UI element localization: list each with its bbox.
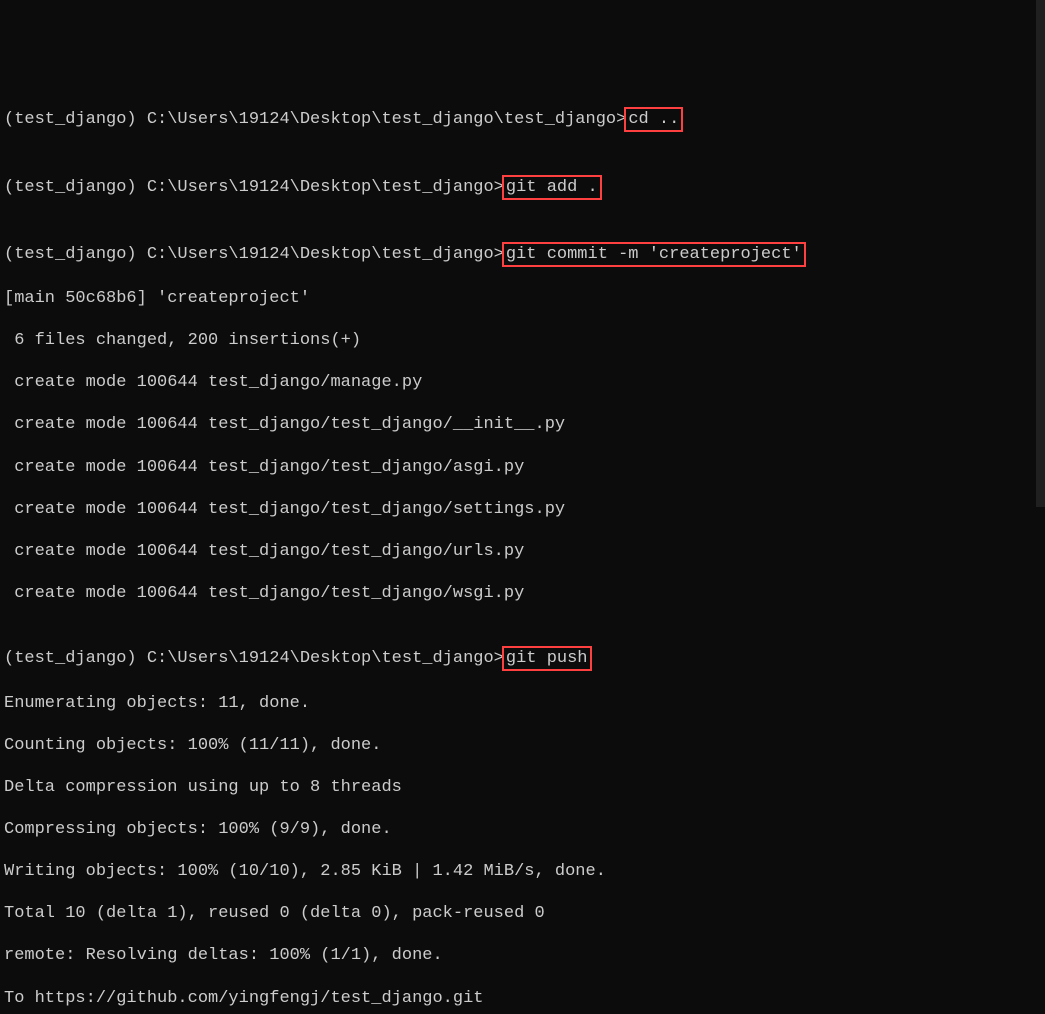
prompt-text: (test_django) C:\Users\19124\Desktop\tes…: [4, 110, 626, 129]
output-line: create mode 100644 test_django/test_djan…: [4, 541, 1041, 562]
output-line: create mode 100644 test_django/manage.py: [4, 372, 1041, 393]
output-line: Counting objects: 100% (11/11), done.: [4, 735, 1041, 756]
output-line: create mode 100644 test_django/test_djan…: [4, 583, 1041, 604]
prompt-text: (test_django) C:\Users\19124\Desktop\tes…: [4, 178, 504, 197]
command-git-add: git add .: [502, 175, 602, 200]
output-line: create mode 100644 test_django/test_djan…: [4, 414, 1041, 435]
prompt-text: (test_django) C:\Users\19124\Desktop\tes…: [4, 245, 504, 264]
output-line: create mode 100644 test_django/test_djan…: [4, 457, 1041, 478]
command-git-push: git push: [502, 646, 592, 671]
prompt-text: (test_django) C:\Users\19124\Desktop\tes…: [4, 649, 504, 668]
output-line: [main 50c68b6] 'createproject': [4, 288, 1041, 309]
prompt-line: (test_django) C:\Users\19124\Desktop\tes…: [4, 107, 1041, 132]
output-line: remote: Resolving deltas: 100% (1/1), do…: [4, 945, 1041, 966]
output-line: Writing objects: 100% (10/10), 2.85 KiB …: [4, 861, 1041, 882]
output-line: Total 10 (delta 1), reused 0 (delta 0), …: [4, 903, 1041, 924]
command-git-commit: git commit -m 'createproject': [502, 242, 806, 267]
output-line: Enumerating objects: 11, done.: [4, 693, 1041, 714]
prompt-line: (test_django) C:\Users\19124\Desktop\tes…: [4, 175, 1041, 200]
output-line: Delta compression using up to 8 threads: [4, 777, 1041, 798]
prompt-line: (test_django) C:\Users\19124\Desktop\tes…: [4, 242, 1041, 267]
terminal-output[interactable]: (test_django) C:\Users\19124\Desktop\tes…: [4, 86, 1041, 1014]
output-line: Compressing objects: 100% (9/9), done.: [4, 819, 1041, 840]
scrollbar-track[interactable]: [1036, 0, 1045, 507]
prompt-line: (test_django) C:\Users\19124\Desktop\tes…: [4, 646, 1041, 671]
output-line: create mode 100644 test_django/test_djan…: [4, 499, 1041, 520]
output-line: 6 files changed, 200 insertions(+): [4, 330, 1041, 351]
command-cd: cd ..: [624, 107, 683, 132]
output-line: To https://github.com/yingfengj/test_dja…: [4, 988, 1041, 1009]
